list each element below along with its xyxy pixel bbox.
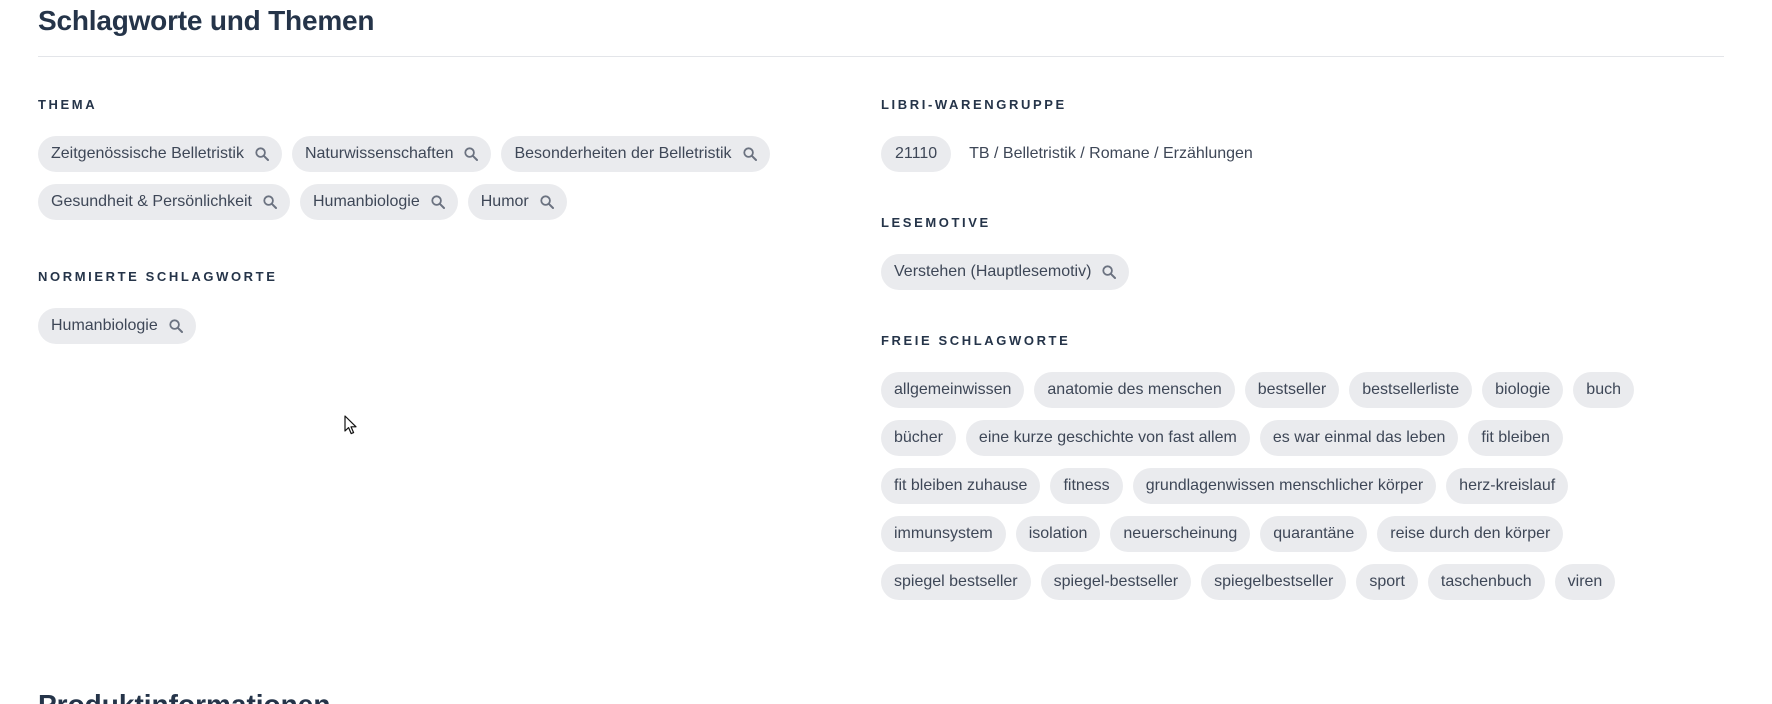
freie-chip[interactable]: herz-kreislauf [1446,468,1569,504]
freie-chip[interactable]: spiegelbestseller [1201,564,1347,600]
freie-chip[interactable]: isolation [1015,516,1101,552]
freie-chip[interactable]: taschenbuch [1427,564,1545,600]
freie-chip[interactable]: es war einmal das leben [1259,420,1459,456]
right-column: LIBRI-WARENGRUPPE 21110 TB / Belletristi… [881,96,1724,600]
thema-chips: Zeitgenössische Belletristik Naturwissen… [38,136,858,220]
normiert-label: NORMIERTE SCHLAGWORTE [38,269,278,284]
thema-chip[interactable]: Besonderheiten der Belletristik [501,136,770,172]
freie-chip[interactable]: fitness [1050,468,1123,504]
libri-group: LIBRI-WARENGRUPPE 21110 TB / Belletristi… [881,96,1724,172]
chip-label: Besonderheiten der Belletristik [514,145,732,162]
normiert-chips: Humanbiologie [38,308,858,344]
thema-chip[interactable]: Naturwissenschaften [291,136,492,172]
lesemotive-chips: Verstehen (Hauptlesemotiv) [881,254,1724,290]
libri-label: LIBRI-WARENGRUPPE [881,97,1067,112]
search-icon [255,147,269,161]
freie-chip[interactable]: spiegel bestseller [881,564,1031,600]
chip-label: Zeitgenössische Belletristik [51,145,244,162]
freie-chip[interactable]: buch [1573,372,1634,408]
left-column: THEMA Zeitgenössische Belletristik Natur… [38,96,858,344]
libri-code-chip: 21110 [881,136,952,172]
lesemotive-chip[interactable]: Verstehen (Hauptlesemotiv) [881,254,1130,290]
freie-chip[interactable]: grundlagenwissen menschlicher körper [1132,468,1437,504]
freie-chip[interactable]: quarantäne [1260,516,1368,552]
freie-chip[interactable]: biologie [1482,372,1564,408]
mouse-pointer-icon [344,415,358,435]
search-icon [169,319,183,333]
search-icon [431,195,445,209]
chip-label: Verstehen (Hauptlesemotiv) [894,263,1092,280]
freie-chips: allgemeinwissen anatomie des menschen be… [881,372,1661,600]
chip-label: Humor [480,193,529,210]
freie-group: FREIE SCHLAGWORTE allgemeinwissen anatom… [881,332,1724,600]
lesemotive-group: LESEMOTIVE Verstehen (Hauptlesemotiv) [881,214,1724,290]
normiert-group: NORMIERTE SCHLAGWORTE Humanbiologie [38,268,858,344]
freie-label: FREIE SCHLAGWORTE [881,333,1071,348]
freie-chip[interactable]: immunsystem [881,516,1006,552]
freie-chip[interactable]: bestsellerliste [1349,372,1473,408]
freie-chip[interactable]: bücher [881,420,956,456]
search-icon [1102,265,1117,279]
chip-label: Humanbiologie [313,193,420,210]
libri-description: TB / Belletristik / Romane / Erzählungen [969,145,1253,162]
freie-chip[interactable]: anatomie des menschen [1034,372,1235,408]
lesemotive-label: LESEMOTIVE [881,215,991,230]
freie-chip[interactable]: allgemeinwissen [881,372,1025,408]
section-divider [38,56,1724,57]
freie-chip[interactable]: reise durch den körper [1377,516,1564,552]
chip-label: Humanbiologie [51,317,158,334]
thema-chip[interactable]: Zeitgenössische Belletristik [38,136,282,172]
normiert-chip[interactable]: Humanbiologie [38,308,196,344]
freie-chip[interactable]: bestseller [1244,372,1340,408]
page: Schlagworte und Themen THEMA Zeitgenössi… [0,0,1772,704]
thema-chip[interactable]: Gesundheit & Persönlichkeit [38,184,290,220]
thema-label: THEMA [38,97,98,112]
freie-chip[interactable]: fit bleiben zuhause [881,468,1041,504]
freie-chip[interactable]: viren [1554,564,1616,600]
freie-chip[interactable]: fit bleiben [1468,420,1563,456]
thema-group: THEMA Zeitgenössische Belletristik Natur… [38,96,858,220]
freie-chip[interactable]: sport [1356,564,1418,600]
freie-chip[interactable]: spiegel-bestseller [1040,564,1192,600]
chip-label: Naturwissenschaften [304,145,454,162]
search-icon [540,195,554,209]
freie-chip[interactable]: eine kurze geschichte von fast allem [965,420,1250,456]
search-icon [742,147,757,161]
thema-chip[interactable]: Humanbiologie [300,184,458,220]
thema-chip[interactable]: Humor [467,184,567,220]
section-title: Schlagworte und Themen [38,5,375,36]
search-icon [263,195,277,209]
libri-row: 21110 TB / Belletristik / Romane / Erzäh… [881,136,1724,172]
next-section-title: Produktinformationen [38,686,330,704]
freie-chip[interactable]: neuerscheinung [1110,516,1251,552]
search-icon [464,147,479,161]
chip-label: Gesundheit & Persönlichkeit [51,193,252,210]
